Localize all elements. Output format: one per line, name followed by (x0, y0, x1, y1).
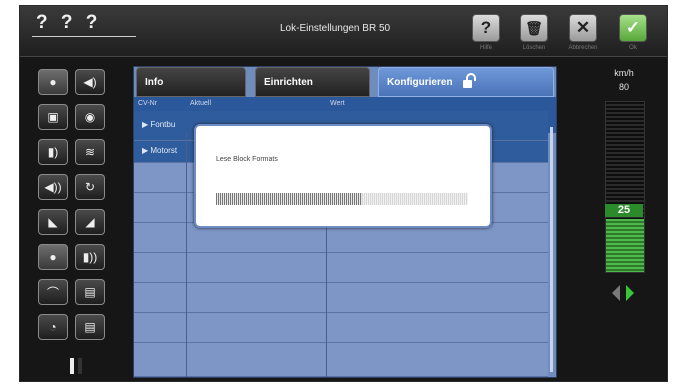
speed-value: 25 (605, 204, 643, 217)
speed-unit: km/h (614, 68, 634, 78)
close-icon: ✕ (575, 18, 591, 37)
dialog-title: Lese Block Formats (216, 156, 278, 163)
tab-setup[interactable]: Einrichten (255, 67, 370, 97)
track-function-button[interactable]: ⌒ (38, 279, 68, 305)
cab-function-button[interactable]: ▤ (75, 314, 105, 340)
loco-function-button[interactable]: ▣ (38, 104, 68, 130)
table-row[interactable] (134, 343, 548, 377)
speed-slider[interactable] (605, 101, 645, 273)
speaker-icon: ◀) (83, 75, 97, 89)
cab-light-function-button[interactable]: ▮) (38, 139, 68, 165)
tab-label: Einrichten (264, 76, 313, 88)
whistle-function-button[interactable]: ◀)) (38, 174, 68, 200)
check-icon: ✓ (625, 18, 641, 37)
cancel-label: Abbrechen (568, 45, 598, 51)
wagon-icon: ▤ (84, 285, 96, 299)
help-button[interactable]: ? (472, 14, 500, 42)
horn-icon: ◉ (84, 110, 96, 124)
column-header: CV-Nr (138, 100, 158, 107)
smoke-function-button[interactable]: ≋ (75, 139, 105, 165)
bulb-icon: ● (49, 250, 57, 264)
loco-front-icon: ▣ (47, 110, 59, 124)
row-label: ▶ Motorst (142, 146, 178, 155)
gauge-icon: ◔ (49, 320, 57, 334)
progress-bar-fill (216, 193, 363, 205)
tab-label: Konfigurieren (387, 76, 453, 88)
bell-function-button[interactable]: ▮)) (75, 244, 105, 270)
whistle-icon: ◀)) (44, 180, 62, 194)
shunting-function-button[interactable]: ↻ (75, 174, 105, 200)
cancel-button[interactable]: ✕ (569, 14, 597, 42)
brake-icon: ◢ (85, 215, 95, 229)
light-icon: ● (49, 75, 57, 89)
brake-function-button[interactable]: ◢ (75, 209, 105, 235)
progress-bar (216, 193, 468, 205)
loco-id[interactable]: ? ? ? (36, 12, 101, 34)
direction-forward-icon[interactable] (626, 285, 634, 301)
progress-dialog: Lese Block Formats (194, 124, 492, 228)
ok-button[interactable]: ✓ (619, 14, 647, 42)
table-row[interactable] (134, 313, 548, 343)
speed-slider-fill (606, 219, 644, 272)
column-divider (186, 133, 187, 377)
ok-label: Ok (629, 45, 637, 51)
column-header: Wert (330, 100, 345, 107)
coupler-function-button[interactable]: ◣ (38, 209, 68, 235)
aux-light-function-button[interactable]: ● (38, 244, 68, 270)
scrollbar[interactable] (550, 127, 553, 372)
cab-icon: ▤ (84, 320, 96, 334)
trash-icon: 🗑 (525, 19, 543, 36)
table-row[interactable] (134, 253, 548, 283)
speedometer-function-button[interactable]: ◔ (38, 314, 68, 340)
app-window: ? ? ? Lok-Einstellungen BR 50 ? Hilfe 🗑 … (19, 5, 668, 382)
smoke-icon: ≋ (84, 145, 96, 159)
delete-label: Löschen (522, 45, 546, 51)
sound-function-button[interactable]: ◀) (75, 69, 105, 95)
coupler-icon: ◣ (48, 215, 58, 229)
tab-info[interactable]: Info (136, 67, 246, 97)
tab-label: Info (145, 76, 164, 88)
light-function-button[interactable]: ● (38, 69, 68, 95)
tab-configure[interactable]: Konfigurieren (378, 67, 554, 97)
help-icon: ? (480, 18, 492, 37)
function-page-indicator-alt[interactable] (78, 358, 82, 374)
bell-icon: ▮)) (82, 250, 98, 264)
function-page-indicator[interactable] (70, 358, 74, 374)
page-title: Lok-Einstellungen BR 50 (280, 23, 391, 34)
table-row[interactable] (134, 283, 548, 313)
row-label: ▶ Fontbu (142, 120, 176, 129)
cab-light-icon: ▮) (47, 145, 59, 159)
direction-reverse-icon[interactable] (612, 285, 620, 301)
horn-function-button[interactable]: ◉ (75, 104, 105, 130)
rotate-icon: ↻ (84, 180, 96, 194)
help-label: Hilfe (479, 45, 492, 51)
delete-button[interactable]: 🗑 (520, 14, 548, 42)
wagon-function-button[interactable]: ▤ (75, 279, 105, 305)
column-header: Aktuell (190, 100, 212, 107)
title-bar: ? ? ? Lok-Einstellungen BR 50 ? Hilfe 🗑 … (20, 6, 667, 57)
speed-max: 80 (618, 82, 629, 92)
unlock-icon (462, 73, 476, 88)
track-icon: ⌒ (46, 285, 59, 300)
loco-id-underline (32, 36, 136, 37)
